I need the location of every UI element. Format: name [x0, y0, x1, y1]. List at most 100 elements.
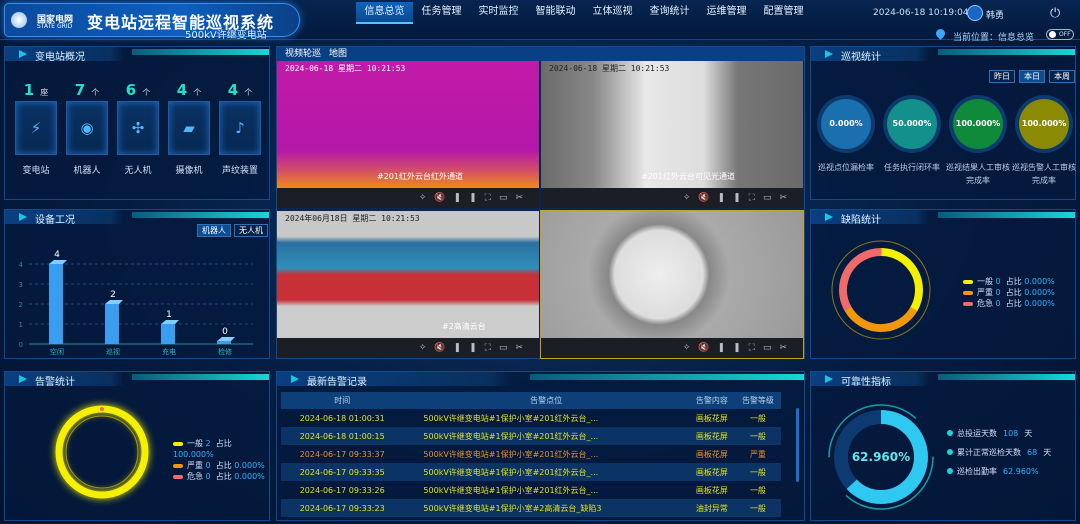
reliability-value: 68: [1027, 448, 1038, 457]
panel-title: 缺陷统计: [841, 215, 881, 226]
scrollbar[interactable]: [796, 408, 799, 482]
video-timestamp: 2024-06-18 星期二 10:21:53: [285, 64, 406, 73]
legend-swatch: [173, 474, 183, 479]
reliability-unit: 天: [1043, 448, 1052, 457]
stat-label: 声纹装置: [221, 166, 258, 176]
tab-week[interactable]: 本周: [1049, 70, 1075, 83]
user-name[interactable]: 韩勇: [986, 8, 1004, 21]
tab-video-patrol[interactable]: 视频轮巡: [285, 47, 322, 62]
x-tick-label: 空闲: [50, 347, 64, 356]
nav-linkage[interactable]: 智能联动: [527, 2, 584, 24]
legend-name: 危急: [977, 299, 993, 308]
stat-count: 4: [176, 81, 188, 99]
tab-yesterday[interactable]: 昨日: [989, 70, 1015, 83]
video-cell-visible[interactable]: 2024-06-18 星期二 10:21:53 #201红外云台可见光通道 ✧🔇…: [541, 61, 803, 208]
table-row[interactable]: 2024-06-17 09:33:35 500kV许继变电站#1保护小室#201红…: [281, 463, 781, 481]
bullet-icon: [947, 449, 953, 455]
column-header[interactable]: 告警内容: [688, 392, 735, 409]
reliability-unit: 天: [1024, 429, 1033, 438]
alarm-donut-chart: [55, 405, 149, 499]
video-controls[interactable]: ✧🔇❚❚⛶▭✂: [277, 338, 539, 358]
nav-query[interactable]: 查询统计: [641, 2, 698, 24]
toggle-switch[interactable]: OFF: [1046, 29, 1074, 40]
legend-item: 一般 2 占比 100.000%: [173, 438, 269, 460]
nav-config[interactable]: 配置管理: [755, 2, 812, 24]
nav-overview[interactable]: 信息总览: [356, 2, 413, 24]
stat-4[interactable]: 4个 ♪ 声纹装置: [217, 81, 263, 176]
x-tick-label: 巡视: [106, 347, 120, 356]
tab-map[interactable]: 地图: [329, 47, 347, 61]
drone-icon: ✣: [117, 101, 159, 155]
legend-ratio-label: 占比: [1005, 299, 1022, 308]
legend-pct: 0.000%: [1024, 288, 1055, 297]
column-header[interactable]: 时间: [281, 392, 404, 409]
bar-value-label: 0: [222, 327, 228, 337]
legend-count: 0: [995, 299, 1001, 308]
tab-today[interactable]: 本日: [1019, 70, 1045, 83]
video-controls[interactable]: ✧🔇❚❚⛶▭✂: [541, 338, 803, 358]
table-cell: 画板花屏: [695, 449, 728, 459]
alarm-table: 时间 告警点位 告警内容 告警等级 2024-06-18 01:00:31 500kV许继…: [281, 392, 781, 517]
legend-count: 2: [205, 439, 211, 448]
nav-ops[interactable]: 运维管理: [698, 2, 755, 24]
legend-name: 一般: [977, 277, 993, 286]
legend-item: 一般 0 占比 0.000%: [963, 276, 1055, 287]
legend-ratio-label: 占比: [1005, 288, 1022, 297]
legend-ratio-label: 占比: [215, 461, 232, 470]
logo-banner: 国家电网 STATE GRID 变电站远程智能巡视系统 500kV许继变电站: [4, 3, 300, 41]
stat-0[interactable]: 1座 ⚡ 变电站: [13, 81, 59, 176]
substation-icon: ⚡: [15, 101, 57, 155]
stat-1[interactable]: 7个 ◉ 机器人: [64, 81, 110, 176]
power-icon[interactable]: ⏻: [1050, 6, 1060, 21]
video-cell-infrared[interactable]: 2024-06-18 星期二 10:21:53 #201红外云台红外通道 ✧🔇❚…: [277, 61, 539, 208]
robot-icon: ◉: [66, 101, 108, 155]
video-caption: #201红外云台可见光通道: [641, 172, 735, 181]
table-cell: 油封异常: [688, 499, 735, 517]
y-tick-label: 4: [19, 261, 24, 269]
bar: [105, 304, 119, 344]
table-cell: 一般: [734, 463, 781, 481]
video-controls[interactable]: ✧🔇❚❚⛶▭✂: [541, 188, 803, 208]
stat-label: 机器人: [73, 166, 101, 176]
user-avatar-icon[interactable]: [967, 5, 983, 21]
overview-panel: 变电站概况 1座 ⚡ 变电站 7个 ◉ 机器人 6个 ✣ 无人机 4个 ▰ 摄像…: [4, 46, 270, 200]
table-cell: 2024-06-17 09:33:37: [299, 449, 385, 459]
table-cell: 画板花屏: [688, 463, 735, 481]
video-controls[interactable]: ✧🔇❚❚⛶▭✂: [277, 188, 539, 208]
y-tick-label: 0: [19, 341, 23, 349]
panel-title: 巡视统计: [841, 52, 881, 63]
column-header[interactable]: 告警等级: [734, 392, 781, 409]
table-row[interactable]: 2024-06-17 09:33:37 500kV许继变电站#1保护小室#201红…: [281, 445, 781, 463]
reliability-value: 108: [1003, 429, 1019, 438]
gauge-value: 100.000%: [1019, 99, 1069, 149]
table-row[interactable]: 2024-06-17 09:33:26 500kV许继变电站#1保护小室#201红…: [281, 481, 781, 499]
gauge-label: 巡视点位漏检率: [818, 163, 874, 172]
table-row[interactable]: 2024-06-18 01:00:31 500kV许继变电站#1保护小室#201红…: [281, 409, 781, 427]
legend-ratio-label: 占比: [215, 439, 232, 448]
legend-name: 严重: [977, 288, 993, 297]
defect-stats-panel: 缺陷统计 一般 0 占比 0.000% 严重 0 占比 0.000% 危急 0 占比…: [810, 209, 1076, 359]
logo-en: STATE GRID: [37, 23, 73, 30]
y-tick-label: 3: [19, 281, 23, 289]
nav-tasks[interactable]: 任务管理: [413, 2, 470, 24]
column-header[interactable]: 告警点位: [403, 392, 689, 409]
video-cell-sign[interactable]: 2024年06月18日 星期二 10:21:53 #2高清云台 ✧🔇❚❚⛶▭✂: [277, 211, 539, 358]
table-row[interactable]: 2024-06-18 01:00:15 500kV许继变电站#1保护小室#201红…: [281, 427, 781, 445]
stat-3[interactable]: 4个 ▰ 摄像机: [166, 81, 212, 176]
patrol-gauge: 0.000% 巡视点位漏检率: [814, 99, 878, 174]
legend-swatch: [963, 301, 973, 306]
stat-count: 1: [23, 81, 35, 99]
bar-value-label: 2: [110, 290, 116, 300]
patrol-gauge: 100.000% 巡视告警人工审核完成率: [1012, 99, 1076, 187]
bar-top: [105, 300, 123, 304]
video-cell-gauge[interactable]: ✧🔇❚❚⛶▭✂: [540, 210, 804, 359]
legend-name: 一般: [187, 439, 203, 448]
nav-3d[interactable]: 立体巡视: [584, 2, 641, 24]
stat-2[interactable]: 6个 ✣ 无人机: [115, 81, 161, 176]
equipment-bar-chart: 0 1 2 3 4 4 空闲 2 巡视 1 充电 0 检修: [19, 250, 253, 356]
table-row[interactable]: 2024-06-17 09:33:23 500kV许继变电站#1保护小室#2高清云…: [281, 499, 781, 517]
table-cell: 2024-06-17 09:33:23: [281, 499, 404, 517]
nav-monitor[interactable]: 实时监控: [470, 2, 527, 24]
gauge-value: 100.000%: [953, 99, 1003, 149]
bar: [217, 341, 231, 344]
